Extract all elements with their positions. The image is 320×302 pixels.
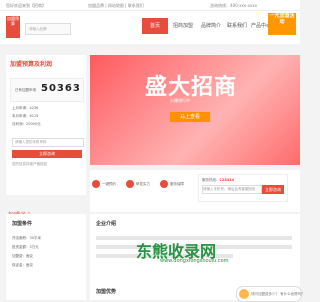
hero-headline: 盛大招商 — [145, 75, 238, 100]
hero-banner[interactable]: 盛大招商 火爆进行中 马上查看 — [90, 55, 300, 165]
callback-button[interactable]: 立即咨询 — [262, 185, 284, 194]
nav-franchise[interactable]: 招商加盟 — [170, 18, 196, 34]
advantage-title: 加盟优势 — [96, 289, 117, 295]
nav-home[interactable]: 首页 — [142, 18, 168, 34]
privacy-note: 您的信息将被严格保密 — [12, 162, 47, 166]
logo-text: 加盟预算 — [7, 16, 19, 26]
feature-label: 服务保障 — [170, 182, 184, 186]
logo[interactable]: 加盟预算 — [6, 16, 20, 38]
feature-item: 研发实力 — [126, 180, 160, 200]
stat-row: 月利润：20000元 — [12, 122, 41, 126]
watermark-url: www.dongxiongshoulu.com — [160, 258, 229, 264]
top-bar: 您好欢迎来到【招商】 加盟品牌 | 网站地图 | 联系我们 咨询热线：400-x… — [0, 0, 300, 11]
counter-caption: 已有加盟申请 — [15, 88, 36, 92]
hero-subtitle: 火爆进行中 — [170, 98, 190, 103]
callback-input[interactable]: 请输入手机号，稍后会有客服回电 — [202, 185, 262, 194]
chat-text: 请问加盟费多少？ 有什么优势吗？ — [251, 292, 305, 296]
nav-contact[interactable]: 联系我们 — [224, 18, 250, 34]
hero-cta-button[interactable]: 马上查看 — [170, 112, 210, 122]
search-placeholder: 请输入品牌 — [29, 27, 47, 31]
feature-item: 服务保障 — [160, 180, 194, 200]
welcome-text: 您好欢迎来到【招商】 — [6, 3, 46, 8]
search-input[interactable]: 请输入品牌 — [25, 23, 71, 35]
hotline-text: 咨询热线：400-xxx-xxxx — [210, 3, 258, 8]
application-counter: 已有加盟申请 50363 — [10, 78, 84, 102]
intro-title: 企业介绍 — [96, 221, 117, 227]
nav-brand[interactable]: 品牌简介 — [198, 18, 224, 34]
feature-label: 一键预约 — [102, 182, 116, 186]
feature-icon — [92, 180, 100, 188]
condition-row: 加盟费：面议 — [12, 254, 33, 258]
counter-value: 50363 — [41, 83, 81, 94]
feature-item: 一键预约 — [92, 180, 126, 200]
stat-row: 上月申请：4236 — [12, 106, 39, 110]
hotline-number: 128414 — [219, 178, 235, 182]
top-links[interactable]: 加盟品牌 | 网站地图 | 联系我们 — [88, 3, 144, 9]
condition-row: 保证金：面议 — [12, 263, 33, 267]
condition-row: 投资金额：5万元 — [12, 245, 39, 249]
conditions-title: 加盟条件 — [12, 221, 33, 227]
stat-row: 本月申请：6125 — [12, 114, 39, 118]
consult-button[interactable]: 立即咨询 — [12, 150, 82, 158]
avatar — [239, 289, 249, 299]
hotline-label: 服务热线： — [202, 178, 220, 182]
conditions-section: 加盟条件 开店面积：30平米 投资金额：5万元 加盟费：面议 保证金：面议 — [6, 214, 86, 300]
promo-badge[interactable]: 一元加盟活动 — [268, 13, 296, 35]
phone-input[interactable]: 请输入您的手机号码 — [12, 138, 84, 147]
feature-label: 研发实力 — [136, 182, 150, 186]
conditions-list: 开店面积：30平米 投资金额：5万元 加盟费：面议 保证金：面议 — [12, 234, 41, 270]
feature-icon — [126, 180, 134, 188]
feature-icon — [160, 180, 168, 188]
budget-title: 加盟预算及利润 — [10, 61, 53, 68]
service-hotline: 服务热线：128414 — [202, 178, 234, 183]
condition-row: 开店面积：30平米 — [12, 236, 41, 240]
